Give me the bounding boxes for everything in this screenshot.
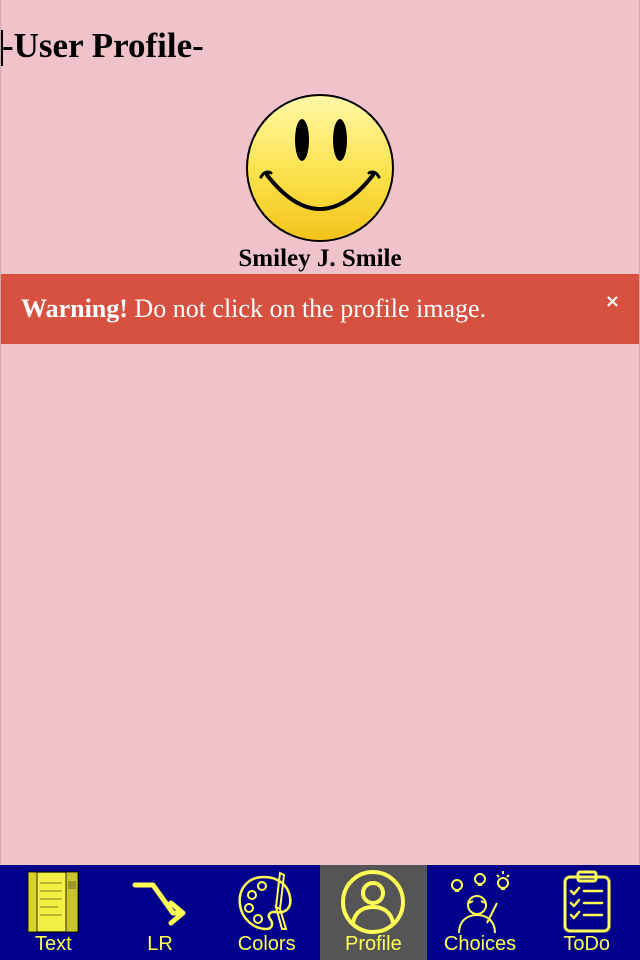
nav-item-text[interactable]: Text xyxy=(0,865,107,960)
bottom-nav: Text LR Colors Profile Choices ToDo xyxy=(0,865,640,960)
notes-icon xyxy=(27,871,79,933)
nav-label-choices: Choices xyxy=(443,933,517,955)
checklist-icon xyxy=(563,870,611,933)
alert-text: Warning! Do not click on the profile ima… xyxy=(21,292,486,326)
profile-name: Smiley J. Smile xyxy=(238,245,402,272)
palette-icon xyxy=(238,871,292,931)
nav-item-colors[interactable]: Colors xyxy=(213,865,320,960)
nav-label-profile: Profile xyxy=(345,933,402,955)
smiley-face-icon xyxy=(246,94,394,242)
nav-item-choices[interactable]: Choices xyxy=(427,865,534,960)
nav-item-profile[interactable]: Profile xyxy=(320,865,427,960)
alert-strong: Warning! xyxy=(21,294,128,323)
page-title: -User Profile- xyxy=(2,26,204,65)
warning-alert: Warning! Do not click on the profile ima… xyxy=(1,274,639,344)
ideas-icon xyxy=(451,871,510,934)
nav-label-colors: Colors xyxy=(237,933,296,955)
nav-item-todo[interactable]: ToDo xyxy=(533,865,640,960)
arrow-icon xyxy=(132,882,186,926)
user-icon xyxy=(341,870,406,934)
alert-message: Do not click on the profile image. xyxy=(127,294,487,323)
nav-label-text: Text xyxy=(34,933,72,955)
profile-image[interactable] xyxy=(245,93,395,243)
nav-label-todo: ToDo xyxy=(563,933,611,955)
nav-label-lr: LR xyxy=(147,933,173,955)
close-button[interactable]: × xyxy=(605,292,620,312)
nav-item-lr[interactable]: LR xyxy=(107,865,214,960)
